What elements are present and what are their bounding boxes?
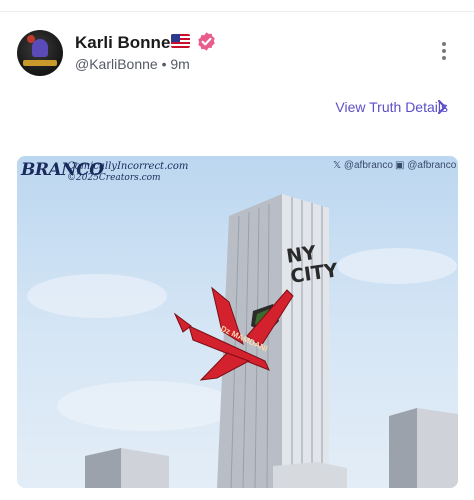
post-image[interactable]: BRANCO ComicallyIncorrect.com ©2025Creat… [17, 156, 458, 488]
x-credit-handle: @afbranco [343, 160, 393, 171]
truth-credit-handle: @afbranco [407, 160, 457, 171]
user-handle[interactable]: @KarliBonne [75, 56, 158, 72]
cartoon-illustration [27, 194, 458, 488]
dot-separator: • [161, 56, 167, 72]
handle-row: @KarliBonne • 9m [75, 56, 190, 72]
cartoon-copyright: ©2025Creators.com [67, 173, 161, 183]
us-flag-icon [171, 34, 190, 48]
view-truth-details-link[interactable]: View Truth Details [335, 99, 448, 115]
display-name[interactable]: Karli Bonne’ [75, 33, 175, 53]
post-header: Karli Bonne’ @KarliBonne • 9m [0, 24, 474, 84]
x-credit: 𝕏 @afbranco [333, 160, 393, 171]
cartoon-site: ComicallyIncorrect.com [67, 161, 189, 172]
post-time: 9m [170, 56, 190, 72]
truth-credit: ▣ @afbranco [395, 160, 457, 171]
top-divider [0, 11, 474, 12]
more-options-icon[interactable] [440, 42, 448, 64]
chevron-right-icon[interactable] [437, 99, 447, 115]
verified-badge-icon [198, 32, 215, 51]
avatar[interactable] [17, 30, 63, 76]
